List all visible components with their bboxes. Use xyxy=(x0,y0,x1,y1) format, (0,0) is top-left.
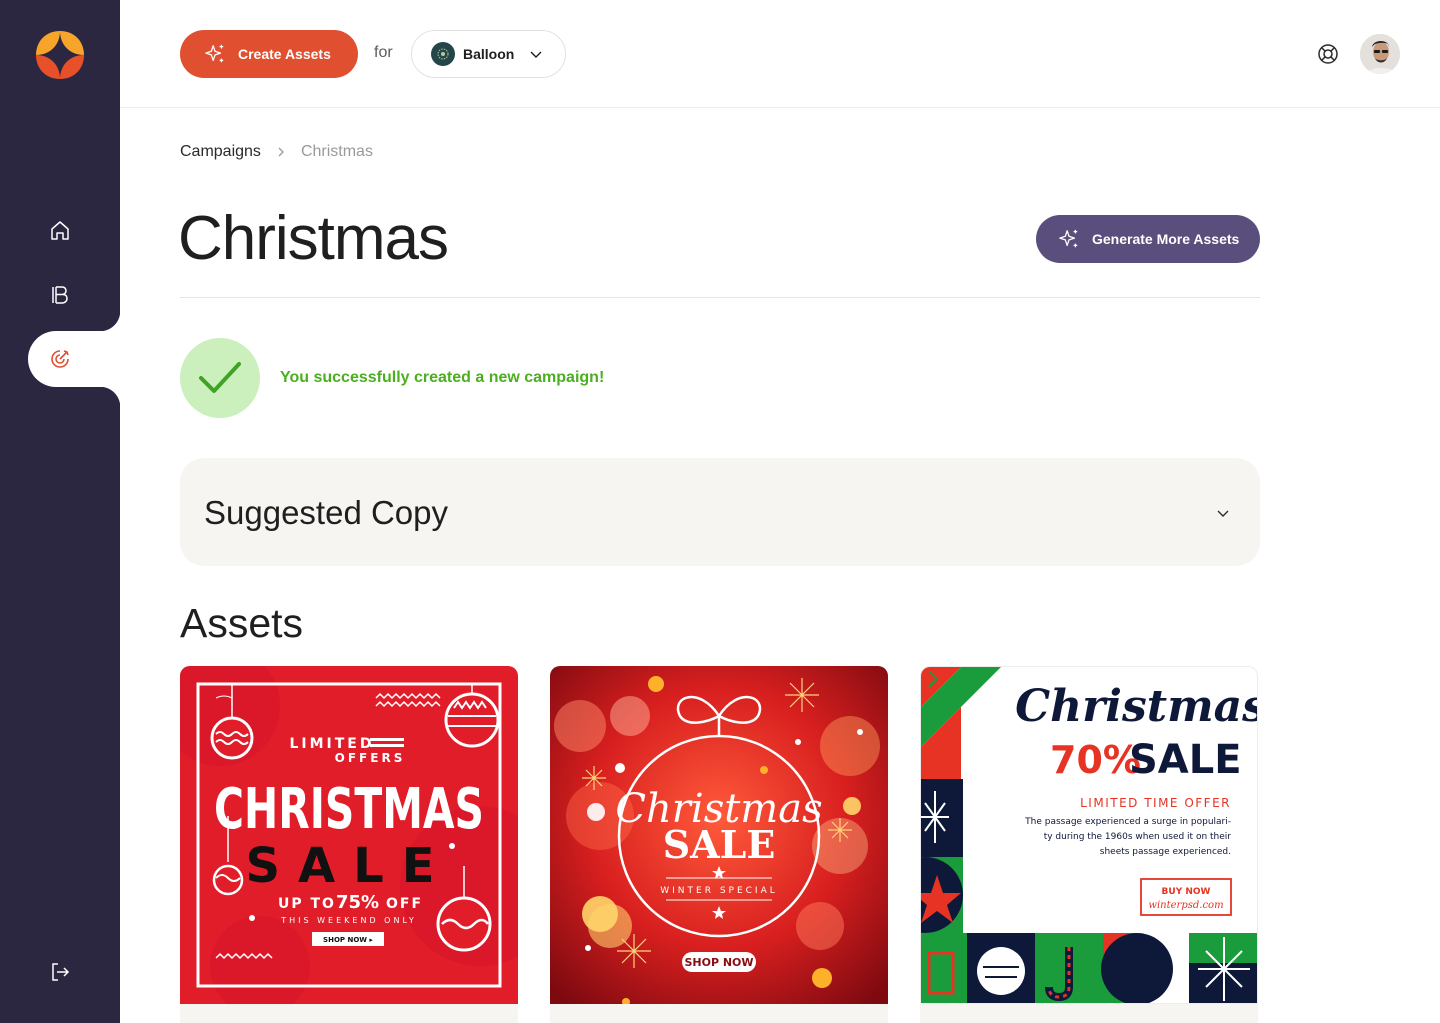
asset-3-percent: 70% xyxy=(1050,738,1141,782)
nav-brands[interactable] xyxy=(44,279,76,311)
asset-3-body-2: ty during the 1960s when used it on thei… xyxy=(1044,832,1232,842)
home-icon xyxy=(51,221,69,240)
asset-card-3-footer xyxy=(920,1004,1258,1023)
asset-1-top: LIMITED xyxy=(289,736,374,752)
app-logo[interactable] xyxy=(36,31,84,79)
for-label: for xyxy=(374,44,393,61)
asset-3-body-1: The passage experienced a surge in popul… xyxy=(1024,817,1231,827)
breadcrumb-campaigns[interactable]: Campaigns xyxy=(180,143,261,161)
create-assets-button[interactable]: Create Assets xyxy=(180,30,358,78)
asset-1-offer-suffix: OFF xyxy=(386,896,423,912)
asset-2-sub: WINTER SPECIAL xyxy=(660,886,778,896)
asset-3-sub: LIMITED TIME OFFER xyxy=(1080,796,1231,810)
asset-1-offer-value: 75% xyxy=(336,892,379,913)
sparkles-icon xyxy=(1059,229,1078,248)
suggested-copy-accordion[interactable]: Suggested Copy xyxy=(180,458,1260,566)
logout-icon xyxy=(52,963,70,981)
asset-image-christmas-70-sale: Christmas 70% SALE LIMITED TIME OFFER Th… xyxy=(921,667,1258,1003)
asset-card-1-footer xyxy=(180,1004,518,1023)
breadcrumb: Campaigns Christmas xyxy=(180,143,373,161)
asset-1-sub: SALE xyxy=(245,838,452,894)
logout-button[interactable] xyxy=(44,956,76,988)
asset-3-cta: BUY NOW xyxy=(1162,887,1211,897)
success-badge xyxy=(180,338,260,418)
sidebar xyxy=(0,0,120,1023)
suggested-copy-title: Suggested Copy xyxy=(204,494,449,531)
asset-1-main: CHRISTMAS xyxy=(214,777,484,842)
create-assets-label: Create Assets xyxy=(238,46,331,62)
user-avatar[interactable] xyxy=(1360,34,1400,74)
checkmark-icon xyxy=(199,362,241,393)
target-icon xyxy=(51,350,69,368)
asset-card-1[interactable]: LIMITED OFFERS CHRISTMAS SALE UP TO 75% … xyxy=(180,666,518,1004)
asset-image-christmas-ornament: Christmas SALE WINTER SPECIAL SHOP NOW xyxy=(550,666,888,1004)
top-bar: Create Assets for Balloon xyxy=(120,0,1440,108)
asset-card-2[interactable]: Christmas SALE WINTER SPECIAL SHOP NOW xyxy=(550,666,888,1004)
asset-1-tagline: THIS WEEKEND ONLY xyxy=(280,916,416,925)
chevron-right-icon xyxy=(278,147,284,157)
lifebuoy-icon xyxy=(1318,44,1338,64)
chevron-down-icon xyxy=(1217,510,1229,517)
title-divider xyxy=(180,297,1260,298)
brand-selector[interactable]: Balloon xyxy=(411,30,566,78)
asset-3-script: Christmas xyxy=(1015,681,1258,732)
brand-logo-icon xyxy=(431,42,455,66)
success-message: You successfully created a new campaign! xyxy=(280,369,605,386)
asset-card-2-footer xyxy=(550,1004,888,1023)
asset-1-offer-prefix: UP TO xyxy=(278,896,336,912)
asset-2-main: SALE xyxy=(663,822,776,867)
asset-2-cta: SHOP NOW xyxy=(684,956,753,969)
sparkles-icon xyxy=(205,44,224,63)
sparkle-logo-icon xyxy=(36,31,84,79)
avatar-photo xyxy=(1360,34,1400,74)
asset-3-main: SALE xyxy=(1129,737,1242,783)
help-button[interactable] xyxy=(1316,42,1340,66)
generate-more-assets-button[interactable]: Generate More Assets xyxy=(1036,215,1260,263)
asset-3-url: winterpsd.com xyxy=(1148,900,1223,911)
generate-more-assets-label: Generate More Assets xyxy=(1092,231,1240,247)
nav-home[interactable] xyxy=(44,215,76,247)
asset-card-3[interactable]: Christmas 70% SALE LIMITED TIME OFFER Th… xyxy=(920,666,1258,1004)
nav-campaigns[interactable] xyxy=(44,343,76,375)
brand-name: Balloon xyxy=(463,46,515,62)
asset-1-top2: OFFERS xyxy=(335,751,406,765)
asset-1-cta: SHOP NOW ▸ xyxy=(323,936,373,944)
assets-heading: Assets xyxy=(180,600,304,646)
page-title: Christmas xyxy=(178,204,449,273)
brand-b-icon xyxy=(52,286,68,304)
asset-3-body-3: sheets passage experienced. xyxy=(1100,847,1231,857)
asset-image-christmas-sale-red: LIMITED OFFERS CHRISTMAS SALE UP TO 75% … xyxy=(180,666,518,1004)
chevron-down-icon xyxy=(530,51,542,58)
breadcrumb-current: Christmas xyxy=(300,143,373,160)
